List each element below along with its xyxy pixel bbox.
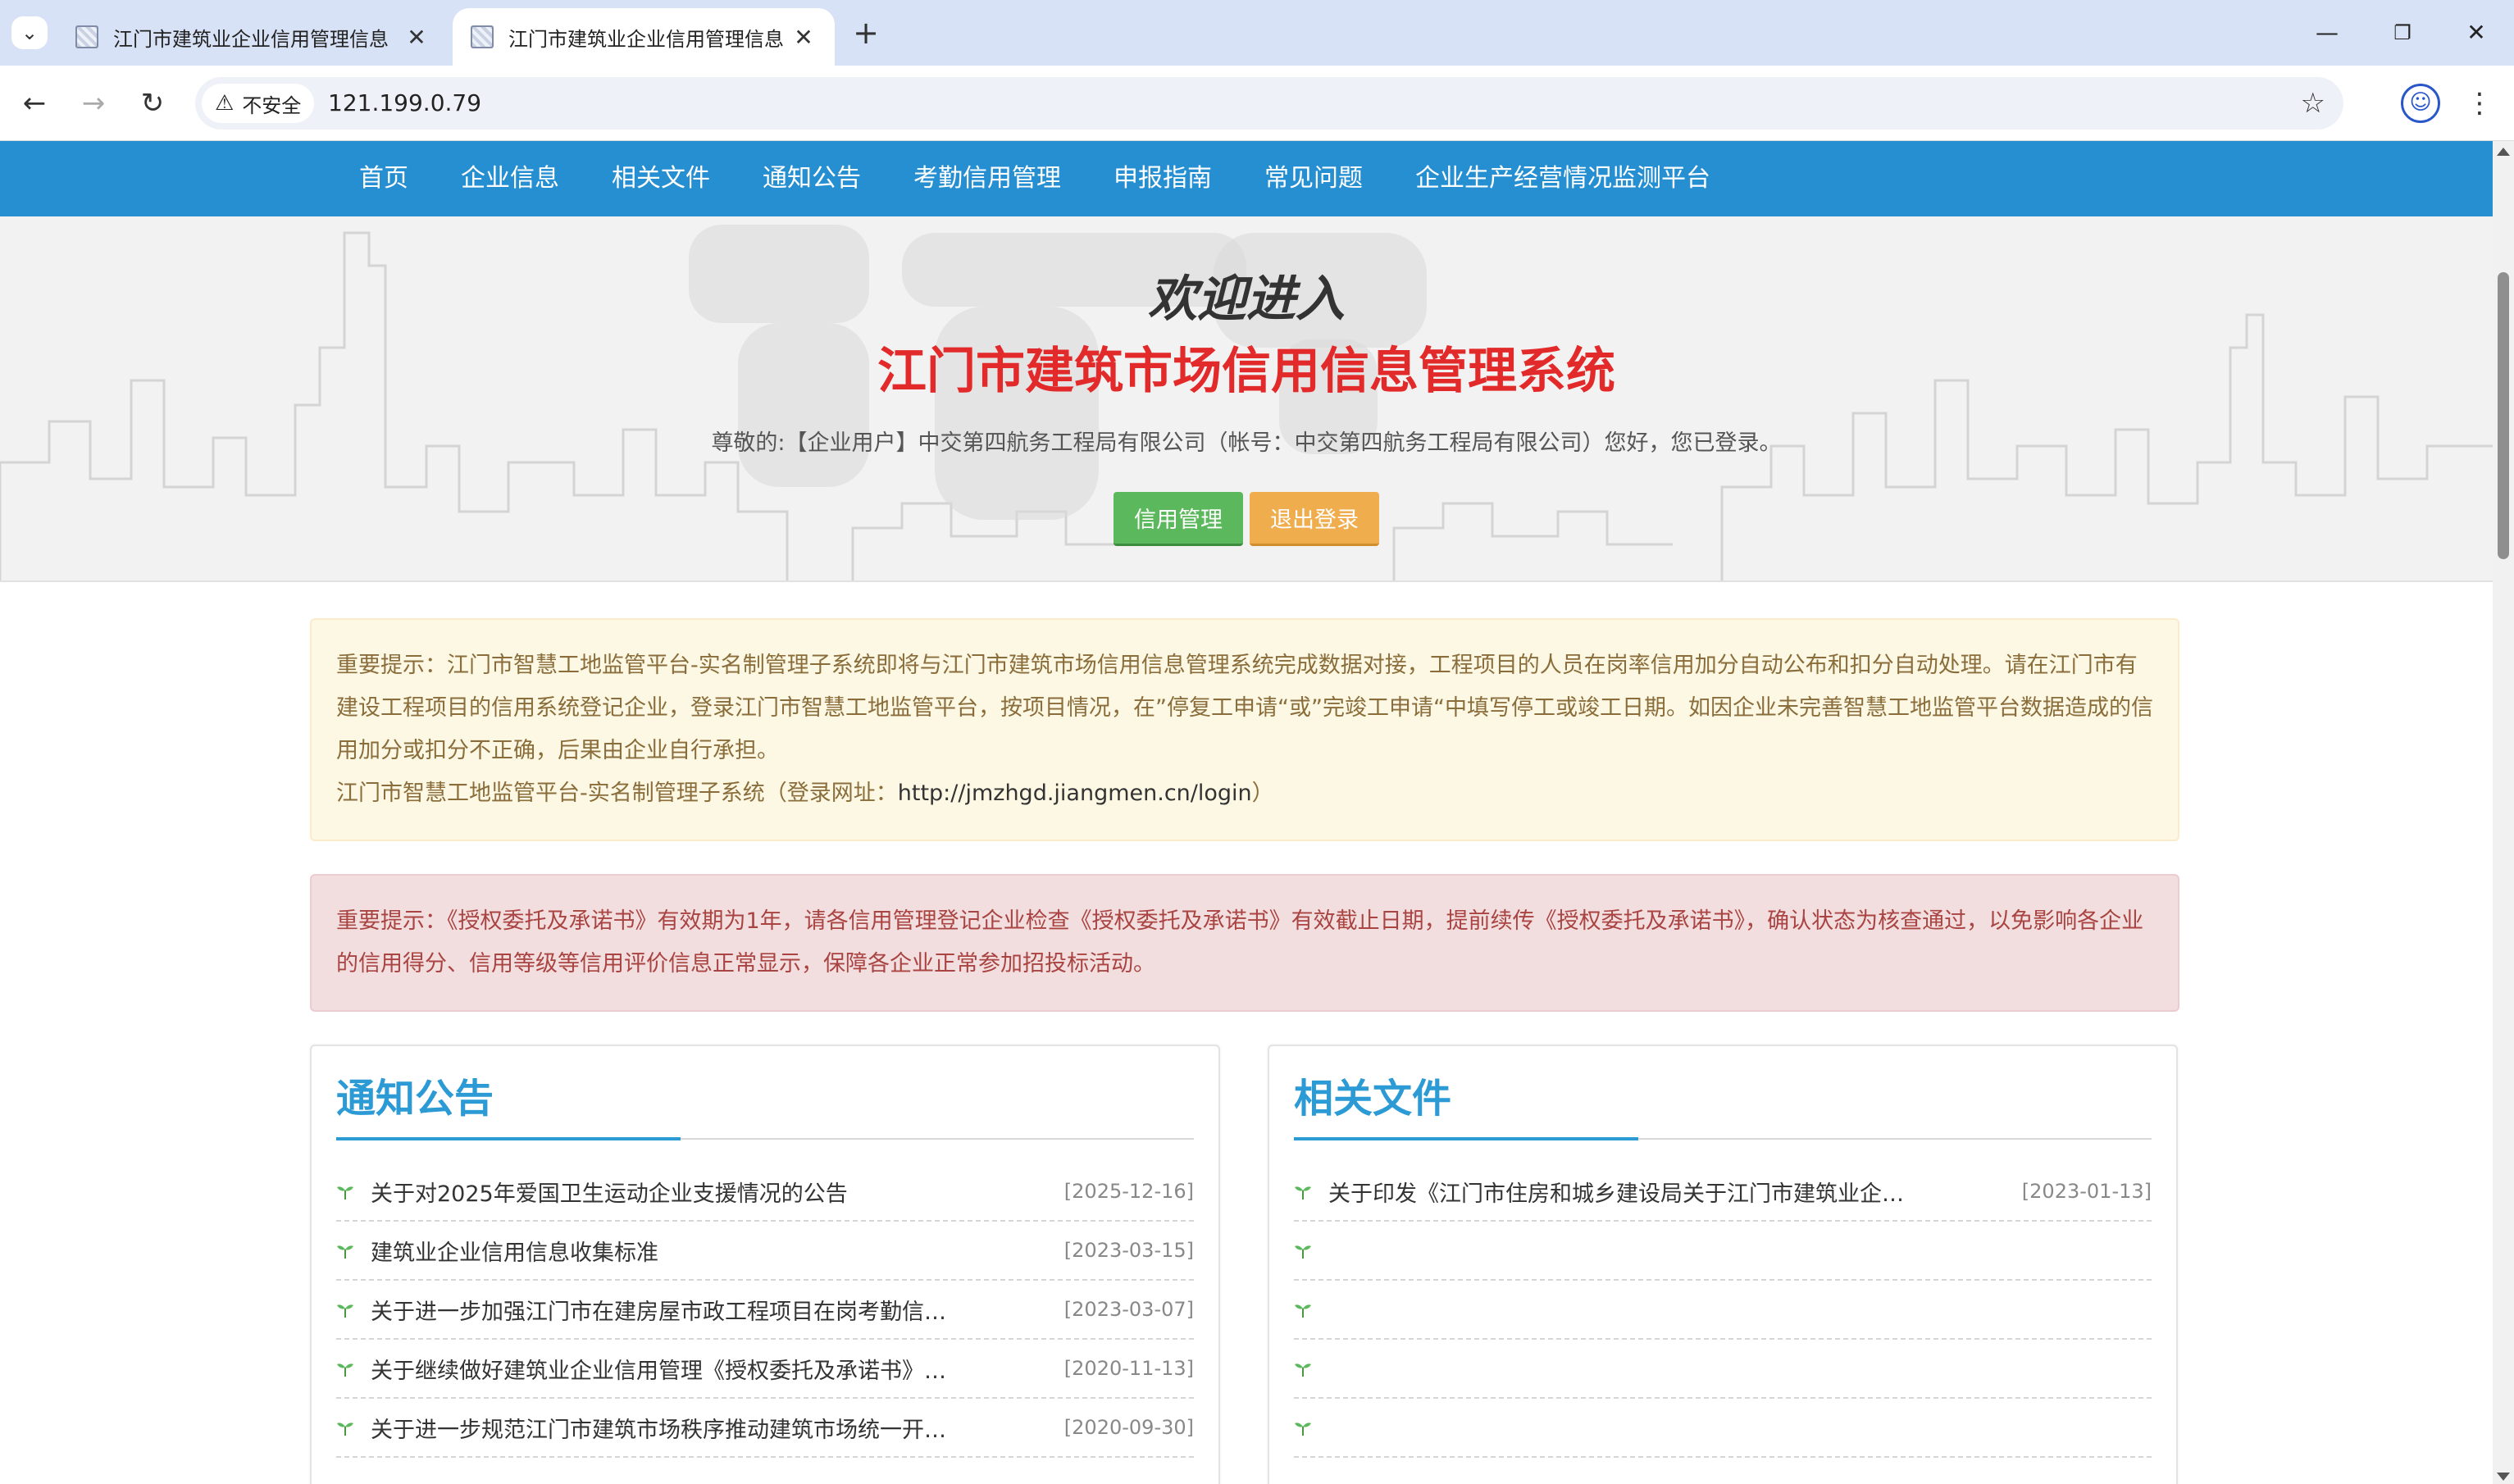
chevron-down-icon: ⌄ [20,21,39,44]
nav-item-attendance-credit[interactable]: 考勤信用管理 [887,141,1087,216]
announcements-list: 关于对2025年爱国卫生运动企业支援情况的公告 [2025-12-16] 建筑业企… [336,1163,1194,1458]
list-item[interactable]: 关于对2025年爱国卫生运动企业支援情况的公告 [2025-12-16] [336,1163,1194,1222]
list-item-date: [2020-09-30] [1063,1416,1194,1439]
panel-divider-accent [1294,1137,1638,1140]
list-item-date: [2025-12-16] [1063,1180,1194,1203]
back-button[interactable]: ← [15,84,54,123]
nav-item-related-files[interactable]: 相关文件 [585,141,736,216]
list-item-title[interactable]: 关于印发《江门市住房和城乡建设局关于江门市建筑业企… [1328,1176,2006,1208]
list-item[interactable] [1294,1281,2152,1340]
url-text[interactable]: 121.199.0.79 [328,77,481,130]
security-label: 不安全 [242,93,302,117]
list-item[interactable] [1294,1222,2152,1281]
site-nav-list: 首页 企业信息 相关文件 通知公告 考勤信用管理 申报指南 常见问题 企业生产经… [333,141,1737,216]
close-tab-icon[interactable]: ✕ [790,24,817,51]
list-item-title[interactable]: 关于对2025年爱国卫生运动企业支援情况的公告 [371,1176,1048,1208]
sprout-icon [337,1186,353,1199]
page-scrollbar[interactable] [2493,141,2514,1484]
browser-toolbar: ← → ↻ ⚠ 不安全 121.199.0.79 ☆ ☺ ⋮ [0,66,2514,141]
profile-icon[interactable]: ☺ [2401,84,2440,123]
welcome-heading: 欢迎进入 [1148,271,1345,328]
sprout-icon [337,1363,353,1377]
close-tab-icon[interactable]: ✕ [403,24,430,51]
minimize-window-button[interactable]: — [2302,15,2352,51]
forward-button[interactable]: → [74,84,113,123]
credit-management-button[interactable]: 信用管理 [1114,492,1243,546]
warning-notice: 重要提示：江门市智慧工地监管平台-实名制管理子系统即将与江门市建筑市场信用信息管… [310,618,2179,841]
sprout-icon [337,1423,353,1436]
panel-divider [336,1137,1194,1140]
list-item-date: [2023-01-13] [2021,1180,2152,1203]
warning-icon: ⚠ [215,91,235,116]
browser-tab[interactable]: 江门市建筑业企业信用管理信息 ✕ [57,8,448,66]
sprout-icon [337,1304,353,1318]
list-item[interactable]: 关于印发《江门市住房和城乡建设局关于江门市建筑业企… [2023-01-13] [1294,1163,2152,1222]
site-nav-bar: 首页 企业信息 相关文件 通知公告 考勤信用管理 申报指南 常见问题 企业生产经… [0,141,2493,216]
nav-item-monitoring-platform[interactable]: 企业生产经营情况监测平台 [1389,141,1737,216]
list-item[interactable]: 关于继续做好建筑业企业信用管理《授权委托及承诺书》… [2020-11-13] [336,1340,1194,1399]
list-item-date: [2020-11-13] [1063,1357,1194,1380]
nav-item-enterprise-info[interactable]: 企业信息 [435,141,585,216]
sprout-icon [1295,1363,1311,1377]
danger-notice: 重要提示：《授权委托及承诺书》有效期为1年，请各信用管理登记企业检查《授权委托及… [310,874,2179,1012]
list-item[interactable]: 关于进一步加强江门市在建房屋市政工程项目在岗考勤信… [2023-03-07] [336,1281,1194,1340]
list-item-title[interactable]: 关于进一步加强江门市在建房屋市政工程项目在岗考勤信… [371,1294,1048,1326]
tab-title: 江门市建筑业企业信用管理信息 [113,27,389,51]
list-item-title[interactable]: 关于继续做好建筑业企业信用管理《授权委托及承诺书》… [371,1353,1048,1385]
sprout-icon [1295,1245,1311,1259]
close-window-button[interactable]: ✕ [2452,15,2501,51]
reload-button[interactable]: ↻ [133,84,172,123]
login-greeting: 尊敬的:【企业用户】中交第四航务工程局有限公司（帐号：中交第四航务工程局有限公司… [711,430,1782,456]
scrollbar-thumb[interactable] [2498,272,2509,559]
list-item-title[interactable]: 建筑业企业信用信息收集标准 [371,1235,1048,1267]
list-item[interactable] [1294,1399,2152,1458]
list-item-date: [2023-03-15] [1063,1239,1194,1262]
sprout-icon [1295,1304,1311,1318]
warning-notice-text: 重要提示：江门市智慧工地监管平台-实名制管理子系统即将与江门市建筑市场信用信息管… [336,653,2153,763]
documents-panel-title[interactable]: 相关文件 [1294,1066,1451,1123]
logout-button[interactable]: 退出登录 [1250,492,1379,546]
documents-list: 关于印发《江门市住房和城乡建设局关于江门市建筑业企… [2023-01-13] [1294,1163,2152,1458]
new-tab-button[interactable]: + [849,15,882,51]
hero-banner: 欢迎进入 江门市建筑市场信用信息管理系统 尊敬的:【企业用户】中交第四航务工程局… [0,216,2493,582]
announcements-panel: 通知公告 关于对2025年爱国卫生运动企业支援情况的公告 [2025-12-16]… [310,1045,1220,1484]
site-favicon-icon [75,25,98,48]
browser-menu-icon[interactable]: ⋮ [2463,84,2496,123]
browser-tab-bar: ⌄ 江门市建筑业企业信用管理信息 ✕ 江门市建筑业企业信用管理信息 ✕ + — … [0,0,2514,66]
list-item-date: [2023-03-07] [1063,1298,1194,1321]
panel-divider [1294,1137,2152,1140]
tab-search-button[interactable]: ⌄ [11,16,48,49]
nav-item-faq[interactable]: 常见问题 [1238,141,1389,216]
announcements-panel-title[interactable]: 通知公告 [336,1066,494,1123]
documents-panel: 相关文件 关于印发《江门市住房和城乡建设局关于江门市建筑业企… [2023-01-… [1268,1045,2178,1484]
warning-notice-link-line: 江门市智慧工地监管平台-实名制管理子系统（登录网址：http://jmzhgd.… [336,772,2153,815]
restore-window-button[interactable]: ❐ [2378,15,2427,51]
security-indicator[interactable]: ⚠ 不安全 [202,84,315,123]
list-item[interactable]: 关于进一步规范江门市建筑市场秩序推动建筑市场统一开… [2020-09-30] [336,1399,1194,1458]
danger-notice-text: 重要提示：《授权委托及承诺书》有效期为1年，请各信用管理登记企业检查《授权委托及… [336,908,2144,976]
smart-site-login-link[interactable]: http://jmzhgd.jiangmen.cn/login [898,781,1252,806]
nav-item-home[interactable]: 首页 [333,141,435,216]
address-bar[interactable]: ⚠ 不安全 121.199.0.79 ☆ [195,77,2343,130]
link-suffix: ） [1251,781,1274,806]
scroll-down-arrow-icon[interactable] [2497,1473,2510,1481]
bookmark-star-icon[interactable]: ☆ [2301,77,2325,130]
site-favicon-icon [471,25,494,48]
tab-title: 江门市建筑业企业信用管理信息 [508,27,784,51]
system-title: 江门市建筑市场信用信息管理系统 [877,343,1615,400]
list-item[interactable] [1294,1340,2152,1399]
browser-tab-active[interactable]: 江门市建筑业企业信用管理信息 ✕ [453,8,835,66]
sprout-icon [1295,1423,1311,1436]
link-prefix: 江门市智慧工地监管平台-实名制管理子系统（登录网址： [336,781,898,806]
scroll-up-arrow-icon[interactable] [2497,148,2510,156]
list-item-title[interactable]: 关于进一步规范江门市建筑市场秩序推动建筑市场统一开… [371,1412,1048,1444]
sprout-icon [337,1245,353,1259]
page-viewport: 首页 企业信息 相关文件 通知公告 考勤信用管理 申报指南 常见问题 企业生产经… [0,141,2493,1484]
hero-button-group: 信用管理 退出登录 [0,492,2493,546]
list-item[interactable]: 建筑业企业信用信息收集标准 [2023-03-15] [336,1222,1194,1281]
nav-item-guide[interactable]: 申报指南 [1087,141,1238,216]
sprout-icon [1295,1186,1311,1199]
panel-divider-accent [336,1137,681,1140]
nav-item-announcements[interactable]: 通知公告 [736,141,887,216]
